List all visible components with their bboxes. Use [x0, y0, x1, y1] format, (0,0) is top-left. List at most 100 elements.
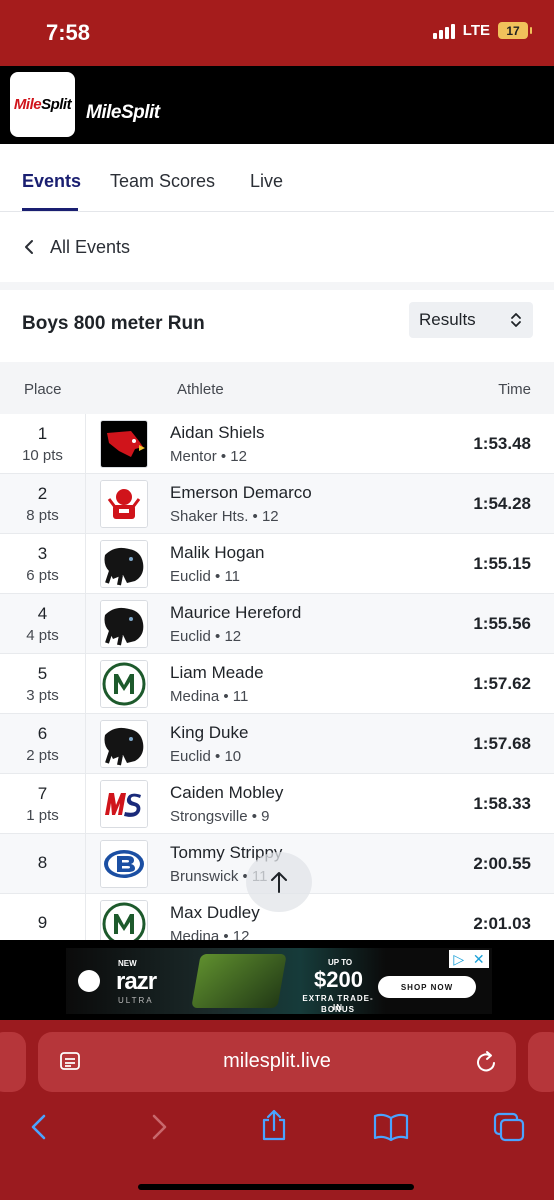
athlete-time: 1:53.48 — [473, 434, 531, 453]
share-icon[interactable] — [260, 1108, 288, 1142]
place-cell: 2 8 pts — [0, 474, 86, 534]
place-cell: 3 6 pts — [0, 534, 86, 594]
bookmarks-icon[interactable] — [373, 1112, 409, 1142]
medina-m-logo — [100, 900, 148, 940]
results-table-header: Place Athlete Time — [0, 362, 554, 414]
forward-arrow-icon[interactable] — [148, 1112, 170, 1142]
column-header-place: Place — [24, 381, 62, 398]
athlete-time: 1:57.62 — [473, 674, 531, 693]
back-arrow-icon[interactable] — [28, 1112, 50, 1142]
column-header-athlete: Athlete — [177, 381, 224, 398]
athlete-team: Medina • 11 — [170, 688, 249, 705]
tabs-icon[interactable] — [492, 1112, 526, 1142]
ad-creative[interactable]: NEW razr ULTRA UP TO $200 EXTRA TRADE-IN… — [66, 948, 492, 1014]
table-row[interactable]: 1 10 pts Aidan Shiels Mentor • 12 1:53.48 — [0, 414, 554, 474]
place-points: 8 pts — [26, 507, 59, 524]
raider-logo — [100, 480, 148, 528]
place-number: 1 — [37, 424, 48, 443]
table-row[interactable]: 6 2 pts King Duke Euclid • 10 1:57.68 — [0, 714, 554, 774]
reload-icon[interactable] — [476, 1050, 498, 1074]
panther-logo — [100, 720, 148, 768]
ad-price: $200 — [314, 967, 363, 992]
ad-up-to: UP TO — [328, 958, 353, 967]
battery-icon: 17 — [498, 22, 532, 39]
previous-tab-preview[interactable] — [0, 1032, 26, 1092]
athlete-name[interactable]: Emerson Demarco — [170, 483, 312, 503]
table-row[interactable]: 4 4 pts Maurice Hereford Euclid • 12 1:55… — [0, 594, 554, 654]
table-row[interactable]: 5 3 pts Liam Meade Medina • 11 1:57.62 — [0, 654, 554, 714]
network-type: LTE — [462, 22, 490, 39]
tab-live[interactable]: Live — [250, 171, 283, 192]
ad-shop-now-button[interactable]: SHOP NOW — [378, 976, 476, 998]
medina-m-logo — [100, 660, 148, 708]
ad-new-label: NEW — [118, 959, 137, 968]
cellular-signal-icon — [432, 23, 455, 39]
place-number: 3 — [37, 544, 48, 563]
place-cell: 7 1 pts — [0, 774, 86, 834]
place-points: 4 pts — [26, 627, 59, 644]
athlete-name[interactable]: Max Dudley — [170, 903, 260, 923]
athlete-time: 1:54.28 — [473, 494, 531, 513]
place-number: 8 — [37, 853, 48, 872]
athlete-time: 2:00.55 — [473, 854, 531, 873]
logo-text-mile: Mile — [13, 96, 42, 113]
back-label: All Events — [50, 237, 131, 257]
cardinal-logo — [100, 420, 148, 468]
table-row[interactable]: 28 pts Emerson Demarco Shaker Hts. • 12 … — [0, 474, 554, 534]
athlete-time: 1:55.15 — [473, 554, 531, 573]
athlete-team: Euclid • 11 — [170, 568, 241, 585]
place-points: 1 pts — [26, 807, 59, 824]
motorola-logo-icon — [78, 970, 100, 992]
logo-text-split: Split — [41, 96, 72, 113]
table-row[interactable]: 7 1 pts Caiden Mobley Strongsville • 9 1:… — [0, 774, 554, 834]
athlete-name[interactable]: King Duke — [170, 723, 248, 743]
athlete-name[interactable]: Aidan Shiels — [170, 423, 265, 443]
athlete-time: 1:58.33 — [473, 794, 531, 813]
status-indicators: LTE 17 — [432, 22, 532, 39]
browser-toolbar: milesplit.live — [0, 1020, 554, 1200]
place-cell: 9 — [0, 894, 86, 940]
arrow-up-icon — [271, 872, 287, 893]
place-number: 5 — [37, 664, 48, 683]
scroll-to-top-button[interactable] — [246, 852, 312, 912]
milesplit-logo[interactable]: MileSplit — [10, 72, 75, 137]
athlete-name[interactable]: Malik Hogan — [170, 543, 265, 563]
place-points: 10 pts — [22, 447, 63, 464]
app-header: MileSplit MileSplit — [0, 66, 554, 144]
status-bar: 7:58 LTE 17 — [0, 0, 554, 66]
ad-offer-line2: BONUS — [321, 1005, 355, 1014]
tab-team-scores[interactable]: Team Scores — [110, 171, 215, 192]
place-number: 6 — [37, 724, 48, 743]
brunswick-b-logo — [100, 840, 148, 888]
chevron-up-down-icon — [511, 313, 521, 327]
url-text: milesplit.live — [223, 1050, 331, 1072]
tab-events[interactable]: Events — [22, 171, 81, 192]
ms-logo — [100, 780, 148, 828]
athlete-time: 1:55.56 — [473, 614, 531, 633]
next-tab-preview[interactable] — [528, 1032, 554, 1092]
panther-logo — [100, 600, 148, 648]
ad-choices-icon[interactable]: ▷ ✕ — [449, 950, 489, 968]
status-time: 7:58 — [46, 20, 91, 45]
place-cell: 5 3 pts — [0, 654, 86, 714]
app-name: MileSplit — [86, 102, 160, 123]
battery-level: 17 — [506, 23, 520, 38]
column-header-time: Time — [498, 381, 531, 398]
place-number: 9 — [37, 913, 48, 932]
athlete-time: 1:57.68 — [473, 734, 531, 753]
tab-bar: Events Team Scores Live — [0, 144, 554, 212]
event-title: Boys 800 meter Run — [22, 313, 205, 334]
table-row[interactable]: 3 6 pts Malik Hogan Euclid • 11 1:55.15 — [0, 534, 554, 594]
address-bar[interactable]: milesplit.live — [38, 1032, 516, 1092]
results-view-select[interactable]: Results — [409, 302, 533, 338]
athlete-team: Mentor • 12 — [170, 448, 247, 465]
place-cell: 1 10 pts — [0, 414, 86, 474]
athlete-name[interactable]: Caiden Mobley — [170, 783, 283, 803]
athlete-team: Euclid • 10 — [170, 748, 242, 765]
home-indicator — [138, 1184, 414, 1190]
athlete-name[interactable]: Maurice Hereford — [170, 603, 301, 623]
athlete-team: Strongsville • 9 — [170, 808, 270, 825]
place-cell: 4 4 pts — [0, 594, 86, 654]
athlete-name[interactable]: Liam Meade — [170, 663, 264, 683]
back-to-all-events[interactable]: All Events — [0, 212, 554, 282]
